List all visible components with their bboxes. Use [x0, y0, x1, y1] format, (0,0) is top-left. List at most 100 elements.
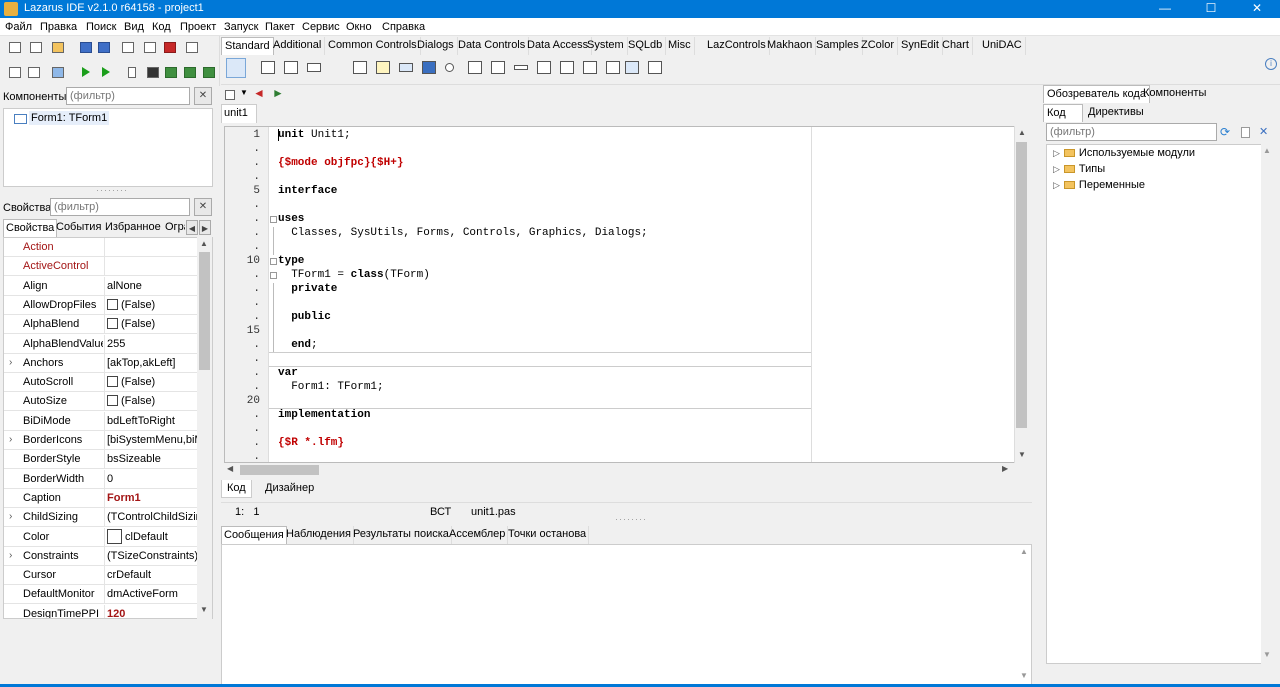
property-row[interactable]: BorderStyle bsSizeable [4, 450, 200, 470]
save-all-icon[interactable] [98, 42, 110, 53]
menu-run[interactable]: Запуск [224, 21, 258, 33]
jump-back-icon[interactable]: ◄ [253, 86, 265, 100]
info-icon[interactable]: i [1265, 58, 1277, 70]
tree-node-used-units[interactable]: ▷ Используемые модули [1053, 147, 1195, 159]
tabs-left-icon[interactable]: ◀ [186, 220, 198, 235]
palette-tab-lazcontrols[interactable]: LazControls [704, 37, 770, 55]
tcheckgroup-icon[interactable] [583, 61, 597, 74]
scroll-left-icon[interactable]: ◀ [227, 464, 233, 473]
palette-tab-samples[interactable]: Samples [813, 37, 863, 55]
palette-tab-chart[interactable]: Chart [939, 37, 973, 55]
tcheckbox-icon[interactable] [422, 61, 436, 74]
palette-tab-makhaon[interactable]: Makhaon [764, 37, 817, 55]
property-value[interactable]: [biSystemMenu,biMi [104, 431, 200, 450]
property-value[interactable]: 0 [104, 469, 200, 489]
tcombobox-icon[interactable] [491, 61, 505, 74]
property-value[interactable]: alNone [104, 276, 200, 296]
tree-node-types[interactable]: ▷ Типы [1053, 163, 1105, 175]
stop-icon[interactable] [147, 67, 159, 78]
tab-search-results[interactable]: Результаты поиска [351, 526, 452, 544]
code-line[interactable]: uses [278, 213, 304, 225]
toggle-form-icon[interactable] [122, 42, 134, 53]
tframe-icon[interactable] [625, 61, 639, 74]
property-value[interactable]: (False) [104, 373, 200, 393]
property-value[interactable]: (False) [104, 392, 200, 412]
property-value[interactable] [104, 257, 200, 277]
code-line[interactable]: unit Unit1; [278, 129, 351, 141]
expand-arrow-icon[interactable]: ▷ [1053, 148, 1060, 158]
property-value[interactable]: dmActiveForm [104, 585, 200, 605]
code-line[interactable]: end; [278, 339, 317, 351]
messages-area[interactable]: ▲ ▼ [221, 544, 1032, 685]
palette-tab-standard[interactable]: Standard [221, 37, 274, 55]
source-editor[interactable]: 1... 5.... 10.... 15.... 20.... unit Unit1; {… [224, 126, 1029, 463]
property-row[interactable]: › ChildSizing (TControlChildSizing) [4, 508, 200, 528]
menu-edit[interactable]: Правка [40, 21, 77, 33]
tradiogroup-icon[interactable] [560, 61, 574, 74]
menu-search[interactable]: Поиск [86, 21, 116, 33]
tab-properties[interactable]: Свойства [3, 219, 58, 237]
tab-favorites[interactable]: Избранное [103, 219, 163, 237]
tab-components[interactable]: Компоненты [1140, 85, 1209, 103]
tgroupbox-icon[interactable] [537, 61, 551, 74]
code-line[interactable]: {$mode objfpc}{$H+} [278, 157, 403, 169]
tab-code-explorer[interactable]: Обозреватель кода [1043, 85, 1150, 103]
menu-window[interactable]: Окно [346, 21, 372, 33]
property-value[interactable]: (False) [104, 315, 200, 335]
color-swatch[interactable] [107, 528, 122, 544]
fold-toggle-icon[interactable] [270, 272, 277, 279]
menu-package[interactable]: Пакет [265, 21, 295, 33]
expand-arrow-icon[interactable]: › [9, 357, 12, 368]
property-row[interactable]: DesignTimePPI 120 [4, 604, 200, 618]
code-line[interactable]: var [278, 367, 298, 379]
palette-tab-sqldb[interactable]: SQLdb [625, 37, 667, 55]
code-line[interactable]: type [278, 255, 304, 267]
pointer-tool-icon[interactable] [226, 58, 246, 78]
property-value[interactable]: bsSizeable [104, 450, 200, 470]
property-value[interactable]: crDefault [104, 566, 200, 586]
property-value[interactable]: (TSizeConstraints) [104, 546, 200, 566]
property-row[interactable]: AlphaBlendValue 255 [4, 334, 200, 354]
property-row[interactable]: AlphaBlend (False) [4, 315, 200, 335]
tbutton-icon[interactable] [307, 63, 321, 72]
property-row[interactable]: BiDiMode bdLeftToRight [4, 411, 200, 431]
step-over-icon[interactable] [184, 67, 196, 78]
tab-events[interactable]: События [54, 219, 103, 237]
property-row[interactable]: › Anchors [akTop,akLeft] [4, 353, 200, 373]
palette-tab-dialogs[interactable]: Dialogs [414, 37, 458, 55]
menu-file[interactable]: Файл [5, 21, 32, 33]
clear-prop-filter-icon[interactable]: ✕ [194, 198, 212, 216]
menu-view[interactable]: Вид [124, 21, 144, 33]
components-filter-input[interactable]: (фильтр) [66, 87, 190, 105]
property-row[interactable]: ActiveControl [4, 257, 200, 277]
expand-arrow-icon[interactable]: › [9, 550, 12, 561]
property-value[interactable]: (TControlChildSizing) [104, 508, 200, 528]
view-units-icon[interactable] [144, 42, 156, 53]
palette-tab-unidac[interactable]: UniDAC [979, 37, 1026, 55]
filter-clear-icon[interactable]: ✕ [1259, 125, 1268, 138]
scroll-down-icon[interactable]: ▼ [200, 605, 208, 614]
scroll-right-icon[interactable]: ▶ [1002, 464, 1008, 473]
property-value[interactable]: (False) [104, 295, 200, 315]
property-value[interactable]: 120 [104, 604, 200, 618]
options-icon[interactable] [164, 42, 176, 53]
property-row[interactable]: › BorderIcons [biSystemMenu,biMi [4, 431, 200, 450]
code-line[interactable]: {$R *.lfm} [278, 437, 344, 449]
clear-filter-icon[interactable]: ✕ [194, 87, 212, 105]
expand-arrow-icon[interactable]: ▷ [1053, 180, 1060, 190]
checkbox-icon[interactable] [107, 395, 118, 407]
editor-tab-unit1[interactable]: unit1 [221, 104, 257, 123]
tpanel-icon[interactable] [606, 61, 620, 74]
tab-directives[interactable]: Директивы [1085, 104, 1147, 122]
property-row[interactable]: BorderWidth 0 [4, 469, 200, 489]
options-icon[interactable] [1241, 127, 1250, 138]
step-out-icon[interactable] [203, 67, 215, 78]
property-row[interactable]: DefaultMonitor dmActiveForm [4, 585, 200, 605]
tmainmenu-icon[interactable] [261, 61, 275, 74]
build-mode-icon[interactable] [52, 67, 64, 78]
dropdown-icon[interactable]: ▼ [240, 88, 248, 97]
checkbox-icon[interactable] [107, 376, 118, 388]
code-line[interactable]: implementation [278, 409, 370, 421]
palette-tab-synedit[interactable]: SynEdit [898, 37, 943, 55]
palette-tab-additional[interactable]: Additional [270, 37, 326, 55]
